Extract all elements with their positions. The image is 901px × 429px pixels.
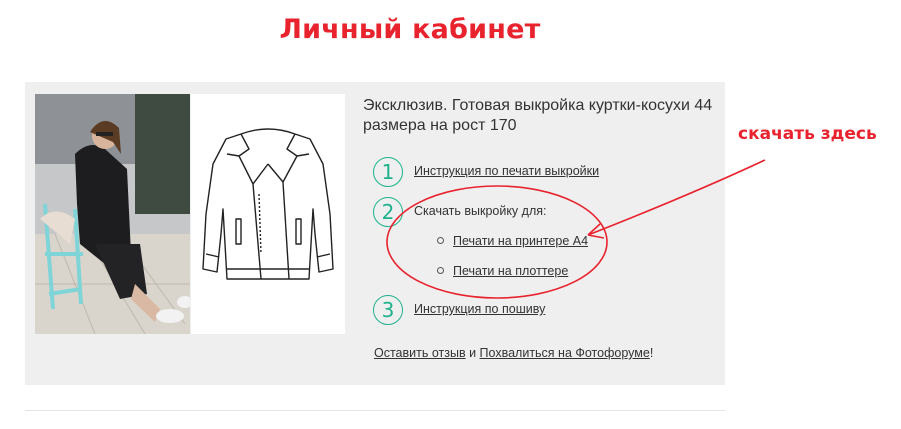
- bullet-icon: [437, 237, 444, 245]
- footer-links: Оставить отзыв и Похвалиться на Фотофору…: [374, 346, 653, 360]
- footer-conjunction: и: [465, 346, 480, 360]
- leave-review-link[interactable]: Оставить отзыв: [374, 346, 466, 360]
- step-number: 3: [373, 295, 403, 325]
- download-label: Скачать выкройку для:: [414, 204, 547, 218]
- download-option: Печати на принтере А4: [437, 234, 588, 248]
- product-card: Эксклюзив. Готовая выкройка куртки-косух…: [25, 82, 725, 385]
- sewing-instructions-link[interactable]: Инструкция по пошиву: [414, 302, 545, 316]
- footer-end: !: [649, 346, 654, 360]
- jacket-sketch: [191, 94, 345, 334]
- download-option: Печати на плоттере: [437, 264, 568, 278]
- step-1: 1 Инструкция по печати выкройки: [373, 157, 723, 189]
- step-number: 1: [373, 157, 403, 187]
- annotation-label: скачать здесь: [738, 124, 877, 144]
- print-instructions-link[interactable]: Инструкция по печати выкройки: [414, 164, 599, 178]
- product-photo: [35, 94, 190, 334]
- step-3: 3 Инструкция по пошиву: [373, 295, 723, 327]
- photo-forum-link[interactable]: Похвалиться на Фотофоруме: [480, 346, 650, 360]
- divider: [25, 410, 725, 411]
- download-plotter-link[interactable]: Печати на плоттере: [453, 264, 568, 278]
- step-2: 2 Скачать выкройку для:: [373, 197, 723, 229]
- download-a4-link[interactable]: Печати на принтере А4: [453, 234, 588, 248]
- page-title: Личный кабинет: [279, 14, 541, 45]
- bullet-icon: [437, 267, 444, 275]
- step-number: 2: [373, 197, 403, 227]
- product-title: Эксклюзив. Готовая выкройка куртки-косух…: [363, 97, 713, 134]
